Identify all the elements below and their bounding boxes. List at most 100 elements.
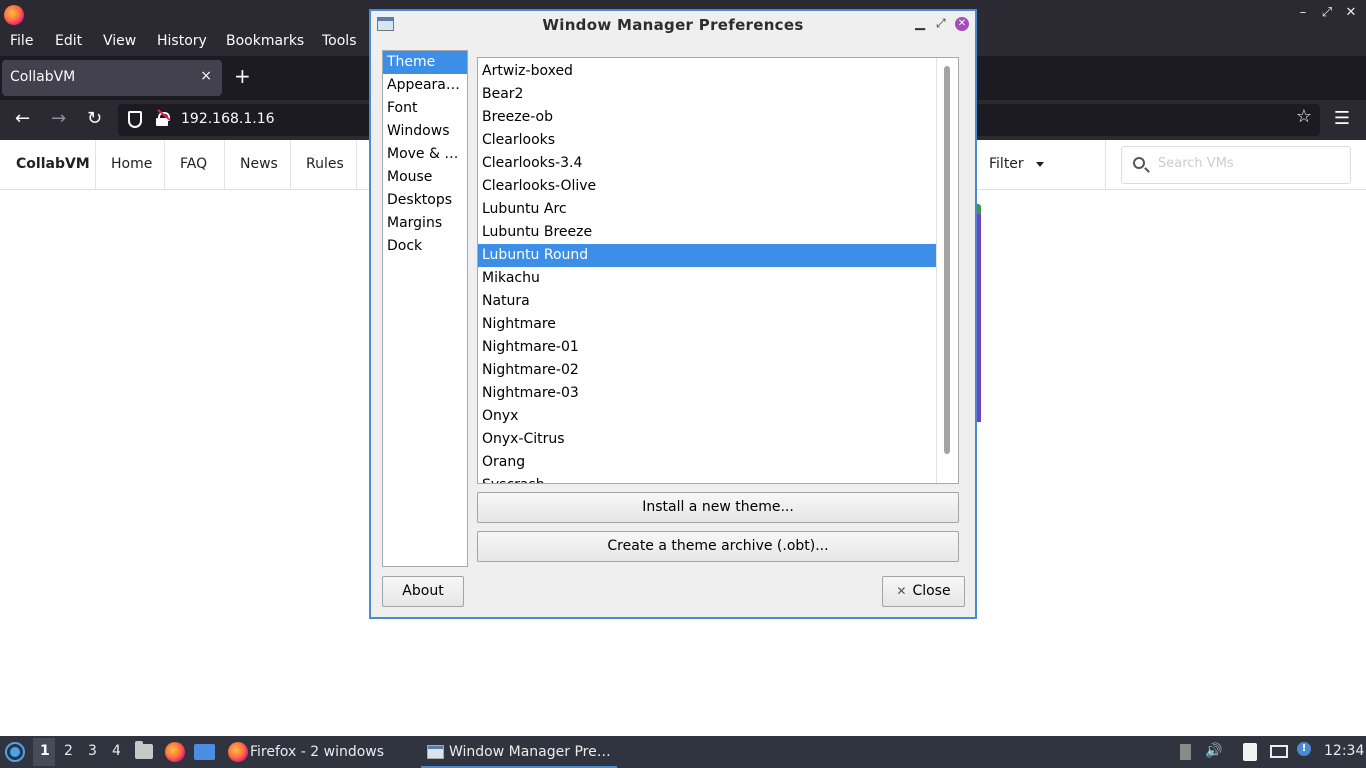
theme-item[interactable]: Onyx-Citrus xyxy=(478,428,937,451)
nav-divider xyxy=(290,140,291,189)
hamburger-menu-icon[interactable]: ☰ xyxy=(1334,108,1350,129)
task-firefox-label: Firefox - 2 windows xyxy=(250,744,385,760)
category-item[interactable]: Dock xyxy=(383,235,467,258)
nav-divider xyxy=(224,140,225,189)
firefox-logo-icon xyxy=(4,5,24,25)
url-text[interactable]: 192.168.1.16 xyxy=(181,111,275,127)
restore-button[interactable]: ⤢ xyxy=(1320,5,1334,20)
install-theme-button[interactable]: Install a new theme... xyxy=(477,492,959,523)
create-archive-button[interactable]: Create a theme archive (.obt)... xyxy=(477,531,959,562)
terminal-launcher-icon[interactable] xyxy=(194,744,215,760)
category-list[interactable]: Theme Appeara… Font Windows Move & … Mouse Des… xyxy=(382,50,468,567)
theme-item[interactable]: Nightmare-03 xyxy=(478,382,937,405)
category-item[interactable]: Mouse xyxy=(383,166,467,189)
theme-item[interactable]: Lubuntu Round xyxy=(478,244,937,267)
dialog-minimize-icon[interactable]: ▁ xyxy=(915,16,925,31)
category-item[interactable]: Move & … xyxy=(383,143,467,166)
tracking-shield-icon[interactable] xyxy=(128,111,142,128)
theme-item[interactable]: Clearlooks-3.4 xyxy=(478,152,937,175)
theme-list-scrollbar[interactable] xyxy=(936,58,958,483)
clock[interactable]: 12:34 xyxy=(1324,743,1364,759)
menu-tools[interactable]: Tools xyxy=(322,33,357,49)
vm-search-box[interactable] xyxy=(1121,146,1351,184)
category-item[interactable]: Font xyxy=(383,97,467,120)
bookmark-star-icon[interactable]: ☆ xyxy=(1296,106,1312,127)
theme-list[interactable]: Artwiz-boxed Bear2 Breeze-ob Clearlooks Clea… xyxy=(477,57,959,484)
menu-edit[interactable]: Edit xyxy=(55,33,82,49)
lxqt-start-menu-icon[interactable] xyxy=(5,742,25,762)
back-arrow-icon[interactable]: ← xyxy=(15,108,30,129)
monitor-icon[interactable] xyxy=(1270,745,1288,758)
nav-divider xyxy=(1105,140,1106,189)
browser-window-controls: – ⤢ ✕ xyxy=(1296,5,1358,20)
nav-divider xyxy=(95,140,96,189)
volume-icon[interactable]: 🔊 xyxy=(1205,743,1222,759)
close-button-label: Close xyxy=(912,583,951,599)
theme-item[interactable]: Onyx xyxy=(478,405,937,428)
file-manager-icon[interactable] xyxy=(135,741,153,759)
workspace-4[interactable]: 4 xyxy=(112,743,121,759)
tab-title: CollabVM xyxy=(10,69,76,85)
new-tab-button[interactable]: + xyxy=(234,64,251,88)
update-notifier-icon[interactable]: ! xyxy=(1297,742,1311,756)
search-icon xyxy=(1133,157,1145,169)
scrollbar-thumb[interactable] xyxy=(944,66,950,454)
theme-item[interactable]: Natura xyxy=(478,290,937,313)
filter-caret-icon[interactable] xyxy=(1036,162,1044,167)
minimize-button[interactable]: – xyxy=(1296,5,1310,20)
theme-item[interactable]: Artwiz-boxed xyxy=(478,60,937,83)
menu-history[interactable]: History xyxy=(157,33,207,49)
theme-item[interactable]: Nightmare xyxy=(478,313,937,336)
task-wm-preferences[interactable]: Window Manager Pre… xyxy=(421,736,617,768)
category-item[interactable]: Appeara… xyxy=(383,74,467,97)
theme-item[interactable]: Syscrash xyxy=(478,474,937,483)
task-firefox[interactable]: Firefox - 2 windows xyxy=(222,736,418,768)
theme-item[interactable]: Lubuntu Arc xyxy=(478,198,937,221)
vm-search-input[interactable] xyxy=(1158,156,1338,171)
theme-item[interactable]: Mikachu xyxy=(478,267,937,290)
nav-rules[interactable]: Rules xyxy=(306,156,344,172)
category-item[interactable]: Windows xyxy=(383,120,467,143)
category-item[interactable]: Margins xyxy=(383,212,467,235)
dialog-close-icon[interactable]: ✕ xyxy=(955,17,969,31)
theme-item[interactable]: Orang xyxy=(478,451,937,474)
reload-icon[interactable]: ↻ xyxy=(87,108,102,129)
close-x-icon: ✕ xyxy=(896,584,907,598)
dialog-maximize-icon[interactable]: ⤢ xyxy=(936,16,946,31)
site-brand[interactable]: CollabVM xyxy=(16,156,90,172)
workspace-2[interactable]: 2 xyxy=(64,743,73,759)
theme-item[interactable]: Clearlooks-Olive xyxy=(478,175,937,198)
dialog-title: Window Manager Preferences xyxy=(542,16,804,34)
workspace-1[interactable]: 1 xyxy=(40,743,50,759)
forward-arrow-icon[interactable]: → xyxy=(51,108,66,129)
category-item[interactable]: Theme xyxy=(383,51,467,74)
theme-item[interactable]: Nightmare-02 xyxy=(478,359,937,382)
taskbar: 1 2 3 4 Firefox - 2 windows Window Manag… xyxy=(0,736,1366,768)
tab-close-icon[interactable]: × xyxy=(200,68,212,84)
theme-item[interactable]: Nightmare-01 xyxy=(478,336,937,359)
theme-item[interactable]: Clearlooks xyxy=(478,129,937,152)
firefox-task-icon xyxy=(228,742,248,762)
close-button[interactable]: ✕ Close xyxy=(882,576,965,607)
about-button[interactable]: About xyxy=(382,576,464,607)
tab-collabvm[interactable]: CollabVM × xyxy=(2,60,222,96)
clipboard-icon[interactable] xyxy=(1243,743,1257,761)
menu-bookmarks[interactable]: Bookmarks xyxy=(226,33,304,49)
workspace-3[interactable]: 3 xyxy=(88,743,97,759)
firefox-launcher-icon[interactable] xyxy=(165,742,185,762)
theme-items: Artwiz-boxed Bear2 Breeze-ob Clearlooks Clea… xyxy=(478,60,958,483)
theme-item[interactable]: Breeze-ob xyxy=(478,106,937,129)
theme-item[interactable]: Bear2 xyxy=(478,83,937,106)
nav-news[interactable]: News xyxy=(240,156,278,172)
nav-faq[interactable]: FAQ xyxy=(180,156,207,172)
close-window-button[interactable]: ✕ xyxy=(1344,5,1358,20)
battery-icon[interactable] xyxy=(1180,744,1191,760)
menu-view[interactable]: View xyxy=(103,33,136,49)
menu-file[interactable]: File xyxy=(10,33,33,49)
nav-divider xyxy=(356,140,357,189)
nav-home[interactable]: Home xyxy=(111,156,152,172)
filter-dropdown[interactable]: Filter xyxy=(989,156,1024,172)
category-item[interactable]: Desktops xyxy=(383,189,467,212)
dialog-titlebar[interactable]: Window Manager Preferences ▁ ⤢ ✕ xyxy=(371,11,975,39)
theme-item[interactable]: Lubuntu Breeze xyxy=(478,221,937,244)
